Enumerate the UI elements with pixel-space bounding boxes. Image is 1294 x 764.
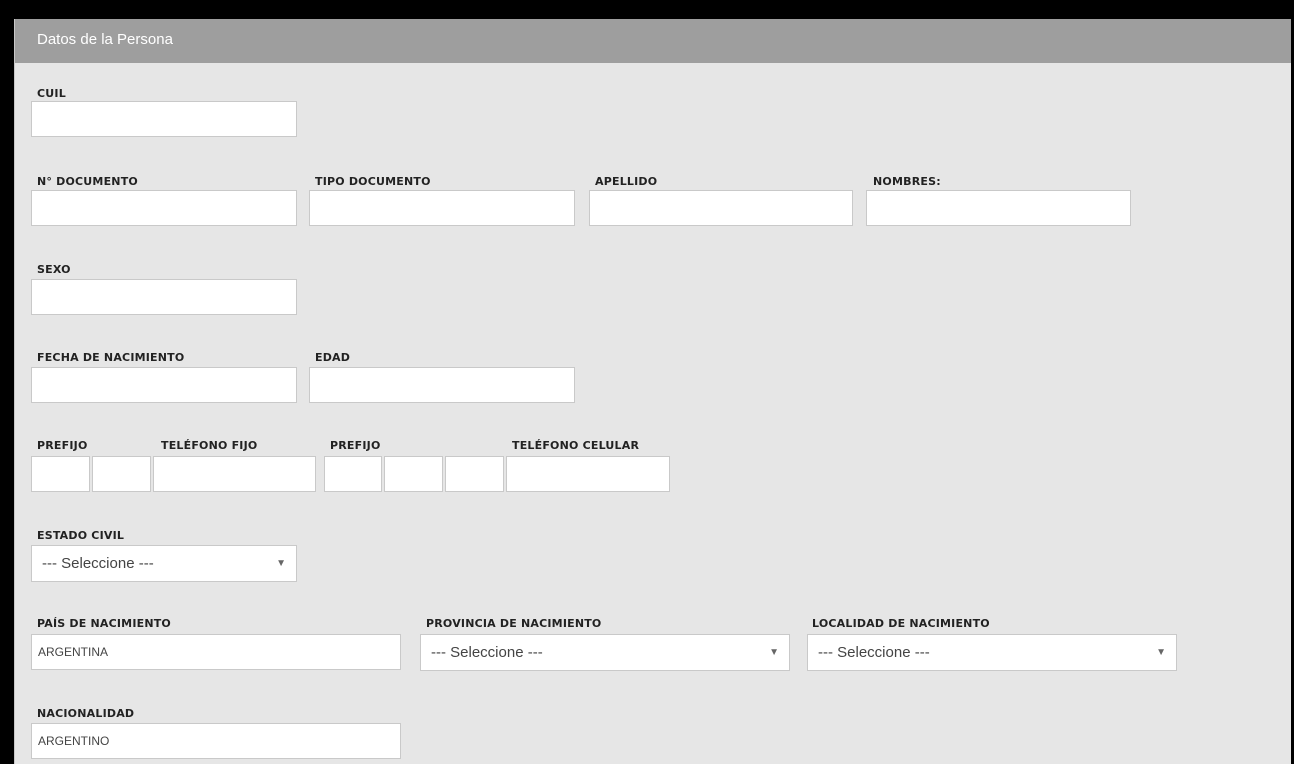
sexo-input[interactable] — [31, 279, 297, 315]
localidad-nacimiento-label: LOCALIDAD DE NACIMIENTO — [812, 617, 990, 630]
prefijo-fijo-input-2[interactable] — [92, 456, 151, 492]
page-frame: Datos de la Persona CUIL N° DOCUMENTO TI… — [0, 0, 1294, 764]
estado-civil-label: ESTADO CIVIL — [37, 529, 125, 542]
pais-nacimiento-input[interactable]: ARGENTINA — [31, 634, 401, 670]
section-header: Datos de la Persona — [15, 19, 1291, 63]
documento-input[interactable] — [31, 190, 297, 226]
tipo-documento-label: TIPO DOCUMENTO — [315, 175, 431, 188]
fecha-nacimiento-input[interactable] — [31, 367, 297, 403]
localidad-nacimiento-value: --- Seleccione --- — [818, 644, 930, 661]
apellido-label: APELLIDO — [595, 175, 658, 188]
prefijo-fijo-input-1[interactable] — [31, 456, 90, 492]
nombres-input[interactable] — [866, 190, 1131, 226]
prefijo-celular-input-2[interactable] — [384, 456, 443, 492]
nacionalidad-label: NACIONALIDAD — [37, 707, 135, 720]
chevron-down-icon: ▼ — [276, 558, 286, 569]
prefijo-celular-input-3[interactable] — [445, 456, 504, 492]
edad-label: EDAD — [315, 351, 351, 364]
chevron-down-icon: ▼ — [1156, 647, 1166, 658]
apellido-input[interactable] — [589, 190, 853, 226]
edad-input[interactable] — [309, 367, 575, 403]
nombres-label: NOMBRES: — [873, 175, 941, 188]
estado-civil-value: --- Seleccione --- — [42, 555, 154, 572]
sexo-label: SEXO — [37, 263, 71, 276]
prefijo-celular-input-1[interactable] — [324, 456, 382, 492]
chevron-down-icon: ▼ — [769, 647, 779, 658]
telefono-fijo-input[interactable] — [153, 456, 316, 492]
section-title: Datos de la Persona — [37, 31, 173, 48]
pais-nacimiento-label: PAÍS DE NACIMIENTO — [37, 617, 171, 630]
localidad-nacimiento-select[interactable]: --- Seleccione --- ▼ — [807, 634, 1177, 671]
cuil-input[interactable] — [31, 101, 297, 137]
tipo-documento-input[interactable] — [309, 190, 575, 226]
provincia-nacimiento-label: PROVINCIA DE NACIMIENTO — [426, 617, 602, 630]
telefono-celular-label: TELÉFONO CELULAR — [512, 439, 640, 452]
documento-label: N° DOCUMENTO — [37, 175, 138, 188]
nacionalidad-input[interactable]: ARGENTINO — [31, 723, 401, 759]
provincia-nacimiento-select[interactable]: --- Seleccione --- ▼ — [420, 634, 790, 671]
cuil-label: CUIL — [37, 87, 66, 100]
prefijo-celular-label: PREFIJO — [330, 439, 381, 452]
telefono-celular-input[interactable] — [506, 456, 670, 492]
telefono-fijo-label: TELÉFONO FIJO — [161, 439, 258, 452]
person-data-panel: Datos de la Persona CUIL N° DOCUMENTO TI… — [14, 19, 1291, 764]
prefijo-fijo-label: PREFIJO — [37, 439, 88, 452]
fecha-nacimiento-label: FECHA DE NACIMIENTO — [37, 351, 185, 364]
estado-civil-select[interactable]: --- Seleccione --- ▼ — [31, 545, 297, 582]
provincia-nacimiento-value: --- Seleccione --- — [431, 644, 543, 661]
